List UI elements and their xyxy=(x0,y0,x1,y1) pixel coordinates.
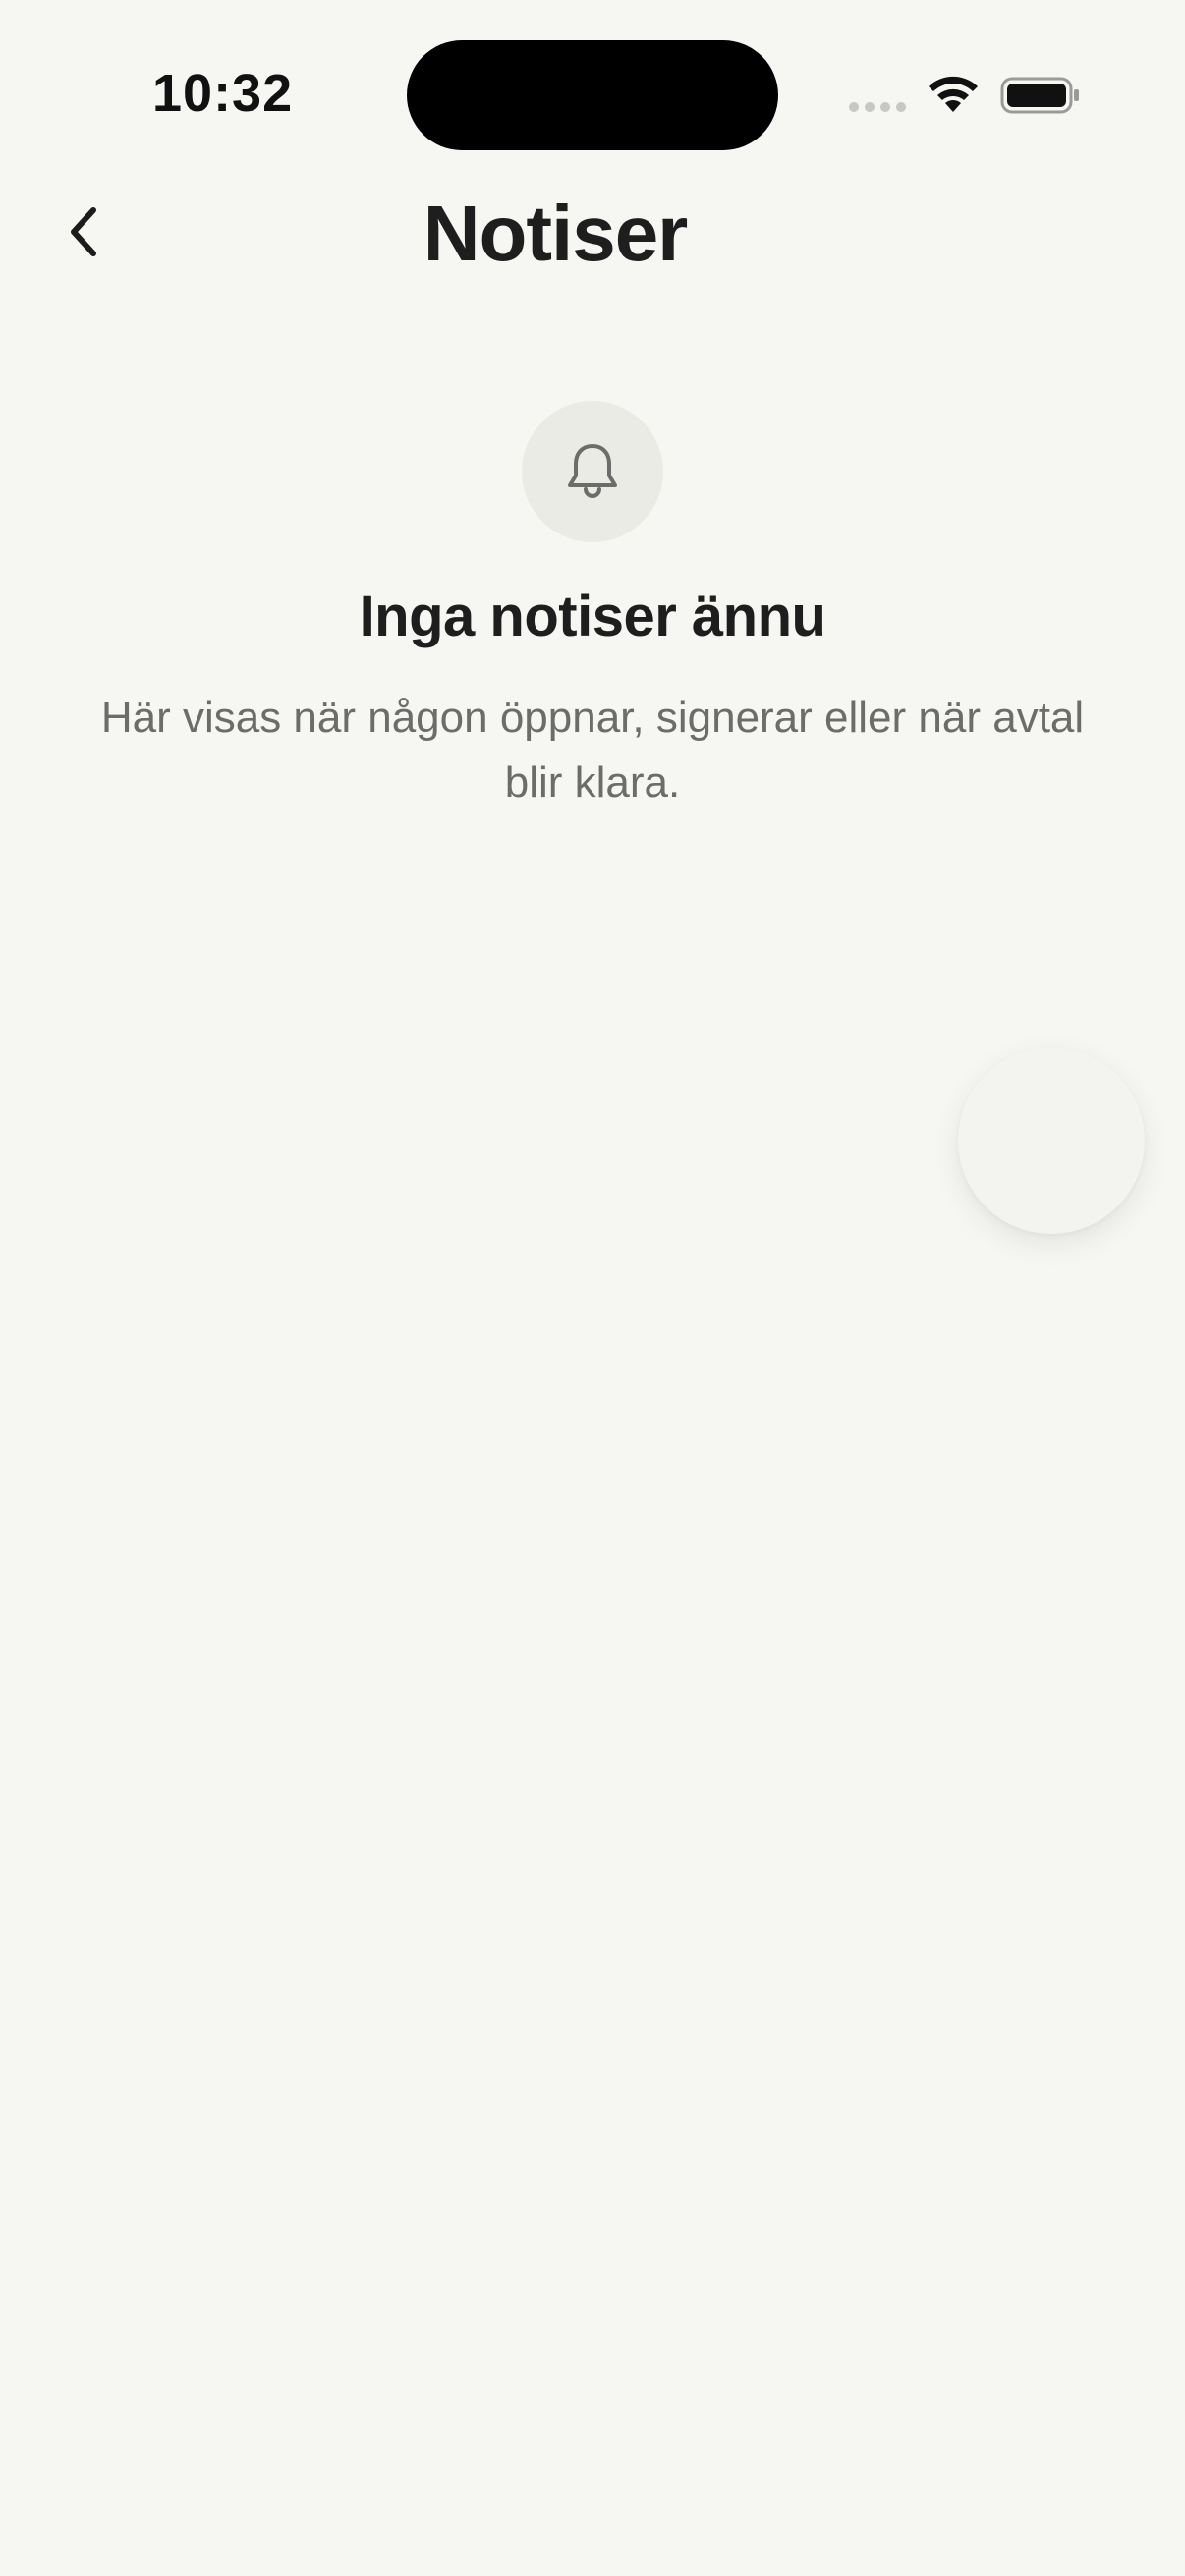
floating-action-button[interactable] xyxy=(958,1047,1145,1234)
empty-state: Inga notiser ännu Här visas när någon öp… xyxy=(0,401,1185,815)
status-bar: 10:32 xyxy=(0,0,1185,187)
cellular-signal-icon xyxy=(849,102,906,112)
bell-icon-container xyxy=(522,401,663,542)
bell-icon xyxy=(568,444,617,498)
empty-state-title: Inga notiser ännu xyxy=(359,585,826,648)
wifi-icon xyxy=(929,76,978,112)
empty-state-description: Här visas när någon öppnar, signerar ell… xyxy=(100,694,1085,807)
battery-icon xyxy=(1000,77,1079,114)
status-time: 10:32 xyxy=(152,64,294,123)
dynamic-island xyxy=(407,40,778,150)
page-title: Notiser xyxy=(423,190,689,277)
